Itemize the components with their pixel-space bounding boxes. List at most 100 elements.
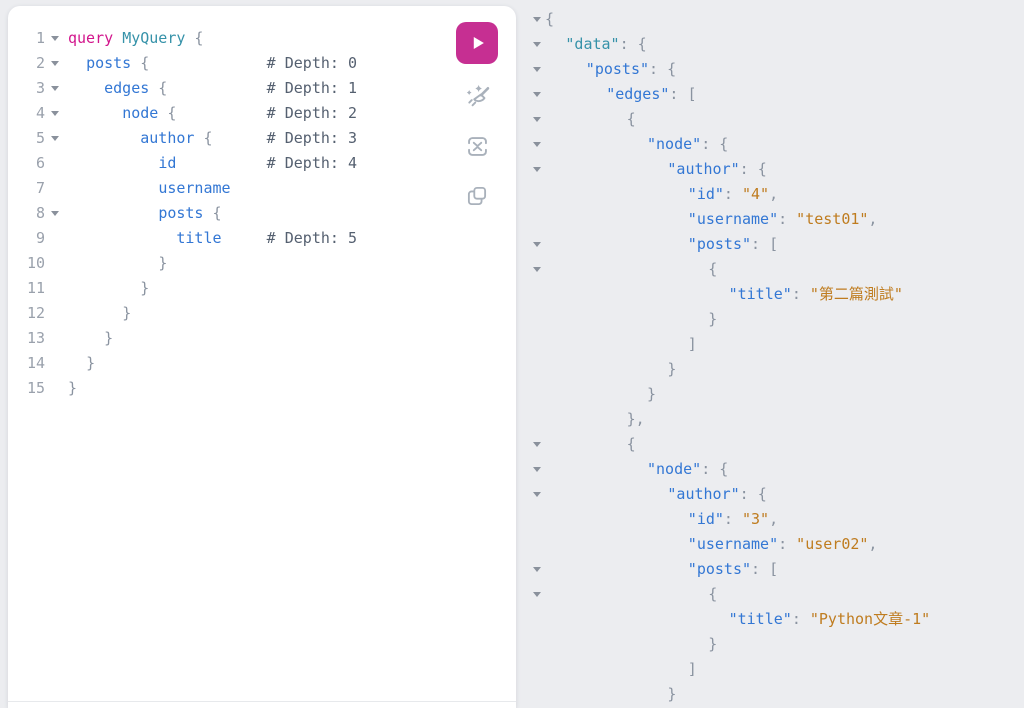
copy-query-button[interactable] (457, 178, 497, 214)
line-number: 15 (26, 379, 45, 397)
query-code-line[interactable]: 14 } (8, 351, 516, 376)
copy-icon (464, 183, 490, 209)
merge-icon (464, 133, 491, 160)
fold-arrow-icon[interactable] (533, 32, 545, 57)
line-number: 5 (35, 129, 45, 147)
line-number: 14 (26, 354, 45, 372)
fold-arrow-icon[interactable] (533, 7, 545, 32)
response-json-line: { (533, 432, 1024, 457)
fold-arrow-icon[interactable] (45, 26, 68, 51)
query-editor-code: 1 query MyQuery {2 posts { # Depth: 03 ed… (8, 26, 516, 401)
query-editor[interactable]: 1 query MyQuery {2 posts { # Depth: 03 ed… (8, 6, 516, 708)
line-number: 1 (35, 29, 45, 47)
response-json-line: "title": "Python文章-1" (533, 607, 1024, 632)
response-json-line: "id": "3", (533, 507, 1024, 532)
editor-toolbar (456, 22, 498, 214)
query-code-line[interactable]: 9 title # Depth: 5 (8, 226, 516, 251)
fold-arrow-icon[interactable] (533, 432, 545, 457)
prettify-icon (464, 83, 491, 110)
response-json-line: "node": { (533, 132, 1024, 157)
fold-arrow-icon[interactable] (45, 101, 68, 126)
fold-arrow-icon[interactable] (533, 57, 545, 82)
fold-arrow-icon[interactable] (45, 201, 68, 226)
response-json-line: ] (533, 332, 1024, 357)
response-json-line: "posts": [ (533, 232, 1024, 257)
graphiql-app: 1 query MyQuery {2 posts { # Depth: 03 ed… (0, 0, 1024, 708)
query-code-line[interactable]: 2 posts { # Depth: 0 (8, 51, 516, 76)
fold-arrow-icon[interactable] (533, 157, 545, 182)
query-editor-panel: 1 query MyQuery {2 posts { # Depth: 03 ed… (8, 6, 516, 708)
line-number: 6 (35, 154, 45, 172)
query-code-line[interactable]: 6 id # Depth: 4 (8, 151, 516, 176)
query-code-line[interactable]: 15} (8, 376, 516, 401)
query-code-line[interactable]: 13 } (8, 326, 516, 351)
response-json-line: "node": { (533, 457, 1024, 482)
response-json-line: }, (533, 407, 1024, 432)
response-json-line: } (533, 682, 1024, 707)
response-json-line: "edges": [ (533, 82, 1024, 107)
fold-arrow-icon[interactable] (533, 132, 545, 157)
line-number: 12 (26, 304, 45, 322)
response-json-line: { (533, 7, 1024, 32)
response-json: {"data": {"posts": {"edges": [{"node": {… (533, 7, 1024, 707)
fold-arrow-icon[interactable] (533, 582, 545, 607)
fold-arrow-icon[interactable] (533, 232, 545, 257)
response-panel[interactable]: {"data": {"posts": {"edges": [{"node": {… (516, 0, 1024, 708)
query-code-line[interactable]: 5 author { # Depth: 3 (8, 126, 516, 151)
query-code-line[interactable]: 11 } (8, 276, 516, 301)
merge-fragments-button[interactable] (457, 128, 497, 164)
query-code-line[interactable]: 7 username (8, 176, 516, 201)
response-json-line: "title": "第二篇測試" (533, 282, 1024, 307)
query-code-line[interactable]: 4 node { # Depth: 2 (8, 101, 516, 126)
response-json-line: "username": "test01", (533, 207, 1024, 232)
fold-arrow-icon[interactable] (533, 457, 545, 482)
line-number: 10 (26, 254, 45, 272)
response-json-line: { (533, 582, 1024, 607)
response-json-line: "data": { (533, 32, 1024, 57)
fold-arrow-icon[interactable] (533, 557, 545, 582)
play-icon (466, 32, 488, 54)
line-number: 3 (35, 79, 45, 97)
fold-arrow-icon[interactable] (533, 82, 545, 107)
fold-arrow-icon[interactable] (45, 76, 68, 101)
line-number: 13 (26, 329, 45, 347)
fold-arrow-icon[interactable] (533, 257, 545, 282)
prettify-button[interactable] (457, 78, 497, 114)
response-json-line: "username": "user02", (533, 532, 1024, 557)
response-json-line: } (533, 632, 1024, 657)
query-code-line[interactable]: 1 query MyQuery { (8, 26, 516, 51)
line-number: 4 (35, 104, 45, 122)
execute-button[interactable] (456, 22, 498, 64)
response-json-line: ] (533, 657, 1024, 682)
fold-arrow-icon[interactable] (533, 107, 545, 132)
response-json-line: "author": { (533, 482, 1024, 507)
query-code-line[interactable]: 3 edges { # Depth: 1 (8, 76, 516, 101)
fold-arrow-icon[interactable] (533, 482, 545, 507)
query-code-line[interactable]: 8 posts { (8, 201, 516, 226)
fold-arrow-icon[interactable] (45, 126, 68, 151)
line-number: 2 (35, 54, 45, 72)
response-json-line: { (533, 257, 1024, 282)
line-number: 8 (35, 204, 45, 222)
query-code-line[interactable]: 10 } (8, 251, 516, 276)
line-number: 7 (35, 179, 45, 197)
fold-arrow-icon[interactable] (45, 51, 68, 76)
query-code-line[interactable]: 12 } (8, 301, 516, 326)
